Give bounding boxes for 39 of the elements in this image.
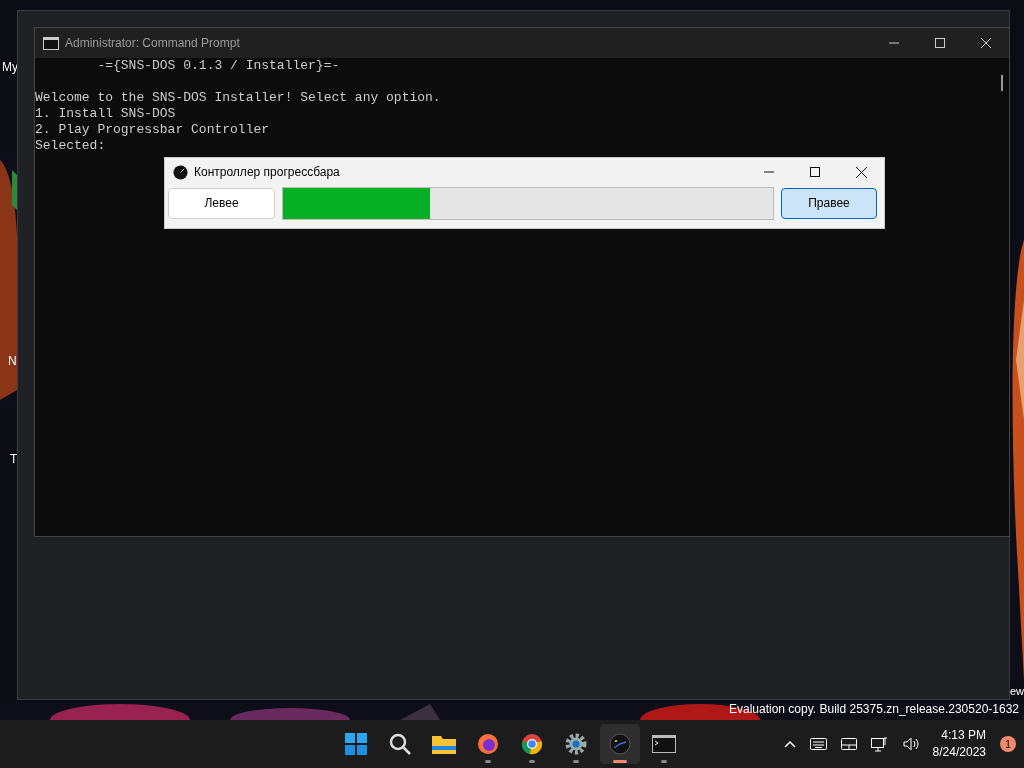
dial-icon [173, 164, 188, 180]
window-title: Administrator: Command Prompt [65, 35, 240, 52]
fox-globe-icon [477, 733, 499, 755]
start-icon [345, 733, 367, 755]
date-text: 8/24/2023 [932, 744, 986, 761]
desktop-icon-label[interactable]: T [10, 450, 18, 468]
dial-icon [609, 733, 631, 755]
keyboard-icon[interactable] [809, 738, 827, 750]
desktop-icon-label[interactable]: ew [1010, 684, 1024, 698]
notification-badge[interactable]: 1 [1000, 736, 1016, 752]
gear-icon [565, 733, 587, 755]
console-line: 2. Play Progressbar Controller [35, 122, 270, 138]
terminal-icon [652, 735, 676, 753]
console-line: Welcome to the SNS-DOS Installer! Select any option. [35, 90, 441, 106]
console-line: 1. Install SNS-DOS [35, 106, 176, 122]
maximize-icon [935, 38, 945, 48]
touchpad-icon[interactable] [840, 738, 857, 750]
volume-icon[interactable] [902, 737, 919, 751]
left-button[interactable]: Левее [168, 187, 275, 219]
scrollbar[interactable] [1001, 75, 1003, 91]
maximize-icon [810, 167, 820, 177]
clock[interactable]: 4:13 PM 8/24/2023 [932, 727, 986, 761]
close-icon [855, 166, 867, 178]
time-text: 4:13 PM [941, 727, 986, 744]
desktop-icon-label[interactable]: My [2, 58, 18, 76]
console-heading: -={SNS-DOS 0.1.3 / Installer}=- [96, 58, 340, 74]
taskbar-button[interactable] [600, 724, 640, 764]
right-button[interactable]: Правее [781, 187, 877, 219]
search-icon [389, 733, 411, 755]
close-icon [981, 38, 991, 48]
browser-icon [521, 733, 543, 755]
console-icon [43, 36, 59, 50]
dialog-title: Контроллер прогрессбара [194, 164, 340, 181]
desktop-icon-label[interactable]: N [8, 352, 17, 370]
folder-icon [432, 734, 456, 754]
watermark-text: Evaluation copy. Build 25375.zn_release.230520-1632 [729, 701, 1019, 717]
console-line: Selected: [35, 138, 106, 154]
network-icon[interactable] [870, 736, 889, 752]
chevron-up-icon[interactable] [783, 740, 796, 748]
